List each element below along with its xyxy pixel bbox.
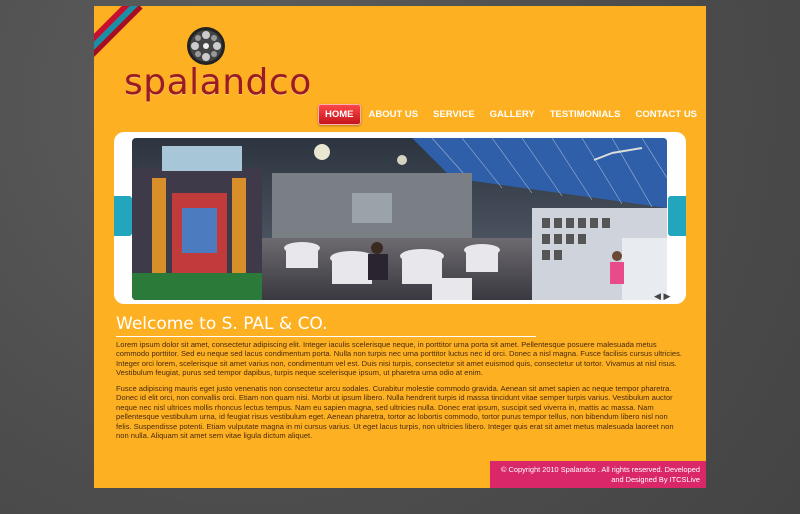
- logo[interactable]: spalandco: [124, 26, 324, 106]
- footer: © Copyright 2010 Spalandco . All rights …: [490, 461, 706, 488]
- page-container: spalandco HOME ABOUT US SERVICE GALLERY …: [94, 6, 706, 488]
- banner-right-tab: [668, 196, 686, 236]
- banner-left-tab: [114, 196, 132, 236]
- main-nav: HOME ABOUT US SERVICE GALLERY TESTIMONIA…: [318, 103, 705, 125]
- welcome-paragraph-2: Fusce adipiscing mauris eget justo venen…: [116, 384, 674, 441]
- nav-testimonials[interactable]: TESTIMONIALS: [543, 104, 628, 125]
- footer-copyright: © Copyright 2010 Spalandco . All rights …: [501, 465, 700, 474]
- film-reel-icon: [187, 27, 225, 65]
- banner-nav: ◀ ▶: [654, 291, 670, 302]
- nav-home[interactable]: HOME: [318, 103, 361, 125]
- arrow-right-icon[interactable]: ▶: [663, 291, 670, 301]
- footer-credits[interactable]: and Designed By ITCSLive: [490, 475, 700, 485]
- welcome-heading: Welcome to S. PAL & CO.: [116, 314, 536, 337]
- arrow-left-icon[interactable]: ◀: [654, 291, 661, 301]
- nav-about-us[interactable]: ABOUT US: [362, 104, 426, 125]
- nav-service[interactable]: SERVICE: [426, 104, 482, 125]
- nav-gallery[interactable]: GALLERY: [483, 104, 542, 125]
- welcome-paragraph-1: Lorem ipsum dolor sit amet, consectetur …: [116, 340, 683, 378]
- banner-image: [132, 138, 667, 300]
- logo-text: spalandco: [124, 62, 312, 103]
- nav-contact-us[interactable]: CONTACT US: [628, 104, 704, 125]
